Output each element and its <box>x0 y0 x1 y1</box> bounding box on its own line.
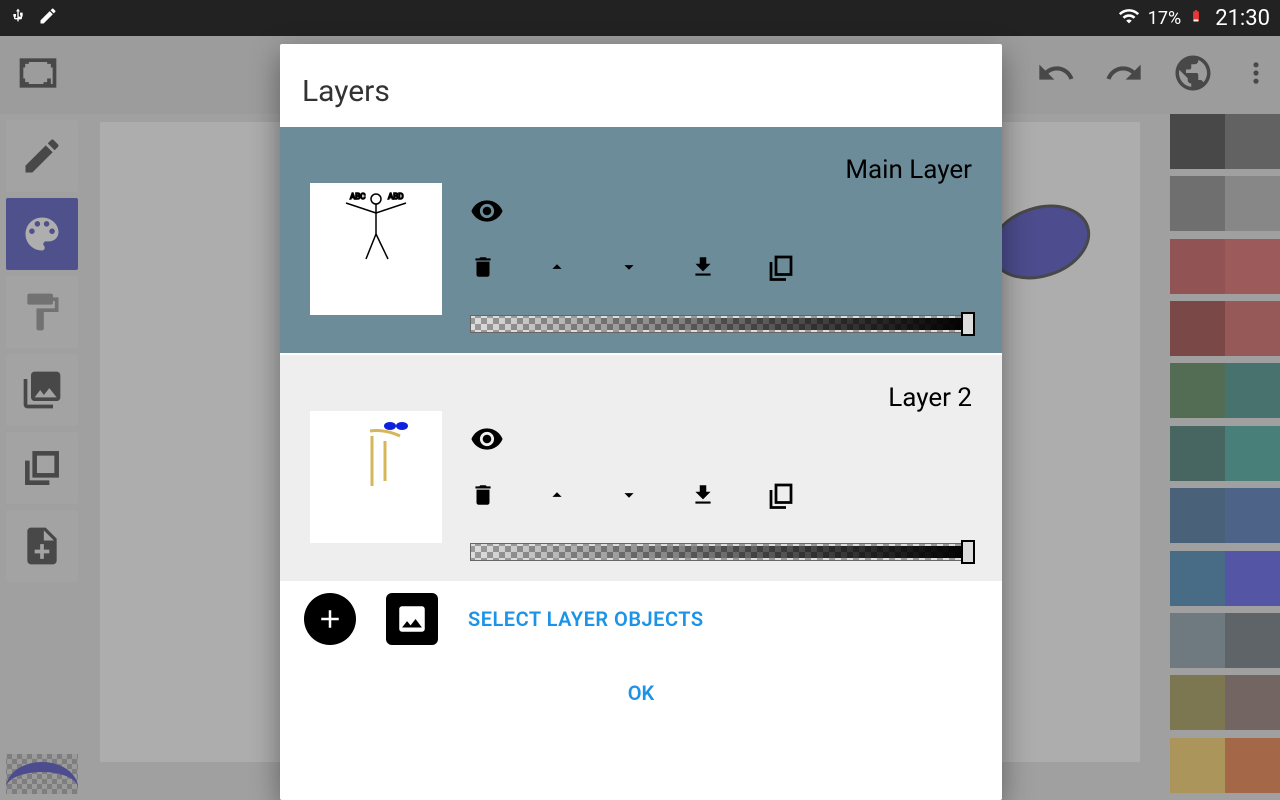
edit-icon <box>38 6 58 31</box>
usb-icon <box>10 5 26 32</box>
layer-item-2[interactable]: Layer 2 <box>280 355 1002 581</box>
duplicate-icon[interactable] <box>766 252 796 286</box>
status-time: 21:30 <box>1215 6 1270 31</box>
ok-button[interactable]: OK <box>280 657 1002 729</box>
visibility-icon[interactable] <box>470 422 504 460</box>
delete-icon[interactable] <box>470 254 496 284</box>
layer-name[interactable]: Layer 2 <box>888 375 972 421</box>
battery-icon <box>1189 5 1203 32</box>
layers-dialog: Layers ABC ABD Main Layer <box>280 44 1002 800</box>
add-image-layer-button[interactable] <box>386 593 438 645</box>
move-down-icon[interactable] <box>618 256 640 282</box>
layer-name[interactable]: Main Layer <box>845 147 972 193</box>
slider-handle[interactable] <box>961 540 975 564</box>
opacity-slider[interactable] <box>470 543 972 561</box>
delete-icon[interactable] <box>470 482 496 512</box>
svg-text:ABC: ABC <box>350 192 365 201</box>
move-up-icon[interactable] <box>546 256 568 282</box>
layer-item-main[interactable]: ABC ABD Main Layer <box>280 127 1002 353</box>
merge-down-icon[interactable] <box>690 482 716 512</box>
android-status-bar: 17% 21:30 <box>0 0 1280 36</box>
move-up-icon[interactable] <box>546 484 568 510</box>
dialog-title: Layers <box>280 44 1002 127</box>
merge-down-icon[interactable] <box>690 254 716 284</box>
svg-text:ABD: ABD <box>388 192 403 201</box>
layer-thumbnail[interactable] <box>310 411 442 543</box>
wifi-icon <box>1118 5 1140 32</box>
duplicate-icon[interactable] <box>766 480 796 514</box>
add-layer-button[interactable] <box>304 593 356 645</box>
move-down-icon[interactable] <box>618 484 640 510</box>
slider-handle[interactable] <box>961 312 975 336</box>
select-layer-objects-button[interactable]: SELECT LAYER OBJECTS <box>468 607 704 631</box>
visibility-icon[interactable] <box>470 194 504 232</box>
layer-thumbnail[interactable]: ABC ABD <box>310 183 442 315</box>
battery-percent: 17% <box>1148 8 1181 29</box>
opacity-slider[interactable] <box>470 315 972 333</box>
